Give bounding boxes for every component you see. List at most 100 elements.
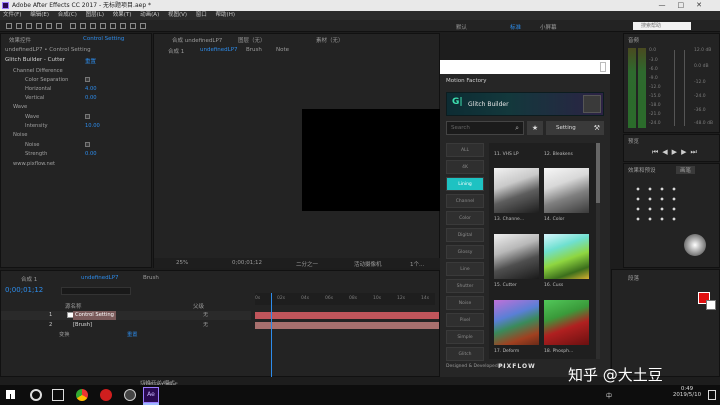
effect-name[interactable]: Glitch Builder - Cutter [5, 57, 65, 63]
strength-value[interactable]: 0.00 [85, 151, 97, 157]
media-app-icon[interactable] [124, 389, 136, 401]
pen-tool-icon[interactable] [80, 23, 86, 29]
vertical-value[interactable]: 0.00 [85, 95, 97, 101]
pixflow-link[interactable]: www.pixflow.net [13, 161, 55, 167]
playhead[interactable] [271, 293, 272, 377]
timeline-timecode[interactable]: 0;00;01;12 [5, 286, 43, 294]
netease-music-icon[interactable] [100, 389, 112, 401]
selection-tool-icon[interactable] [6, 23, 12, 29]
preset-thumbnail[interactable] [494, 234, 539, 279]
brush-tool-icon[interactable] [100, 23, 106, 29]
group-wave[interactable]: Wave [13, 104, 27, 110]
menu-help[interactable]: 帮助(H) [216, 12, 235, 18]
layer-tab[interactable]: 图层（无） [238, 36, 266, 44]
workspace-small[interactable]: 小屏幕 [540, 23, 557, 31]
brush-tab[interactable]: 画笔 [676, 166, 696, 174]
zoom-select[interactable]: 25% [176, 260, 188, 266]
menu-view[interactable]: 视图(V) [168, 12, 187, 18]
sub-tab-comp1[interactable]: 合成 1 [168, 47, 184, 55]
category-digital[interactable]: Digital [446, 228, 484, 242]
camera-tool-icon[interactable] [46, 23, 52, 29]
intensity-value[interactable]: 10.00 [85, 123, 100, 129]
playback-controls[interactable]: ⏮◀▶▶⏭ [652, 148, 701, 157]
workspace-standard[interactable]: 标准 [510, 23, 521, 31]
comp-viewer[interactable] [302, 109, 440, 211]
timeline-tab-comp1[interactable]: 合成 1 [21, 275, 37, 283]
time-ruler[interactable]: 0s 02s 04s 06s 08s 10s 12s 14s [255, 293, 435, 305]
category-line[interactable]: Line [446, 262, 484, 276]
after-effects-icon[interactable]: Ae [143, 387, 159, 403]
window-controls[interactable]: —□✕ [659, 0, 714, 11]
transform-label[interactable]: 变换 [59, 331, 69, 340]
timeline-tab-brush[interactable]: Brush [143, 275, 159, 281]
preset-thumbnail[interactable] [494, 168, 539, 213]
sub-tab-undefinedlp7[interactable]: undefinedLP7 [200, 47, 238, 53]
timeline-tab-undefinedlp7[interactable]: undefinedLP7 [81, 275, 119, 281]
preset-thumbnail[interactable] [494, 300, 539, 345]
effect-reset-link[interactable]: 重置 [85, 57, 96, 65]
category-simple[interactable]: Simple [446, 330, 484, 344]
clone-tool-icon[interactable] [110, 23, 116, 29]
group-channel-difference[interactable]: Channel Difference [13, 68, 63, 74]
preset-search-input[interactable]: Search ⌕ [446, 121, 524, 135]
category-noise[interactable]: Noise [446, 296, 484, 310]
search-icon[interactable] [30, 389, 42, 401]
volume-slider-right[interactable] [684, 50, 685, 126]
puppet-tool-icon[interactable] [140, 23, 146, 29]
layer-name[interactable]: [Brush] [73, 321, 92, 330]
category-glitch[interactable]: Glitch [446, 347, 484, 361]
category-pixel[interactable]: Pixel [446, 313, 484, 327]
category-glossy[interactable]: Glossy [446, 245, 484, 259]
brush-presets-grid[interactable] [632, 184, 682, 224]
rotate-tool-icon[interactable] [36, 23, 42, 29]
layer-bar-brush[interactable] [255, 322, 439, 329]
layer-bar-control-setting[interactable] [255, 312, 439, 319]
volume-slider-left[interactable] [674, 50, 675, 126]
layer-row[interactable]: 2 [Brush] 无 [1, 321, 251, 330]
comp-tab[interactable]: 合成 undefinedLP7 [172, 36, 222, 44]
plugin-menu-icon[interactable] [583, 95, 601, 113]
text-tool-icon[interactable] [90, 23, 96, 29]
resolution-select[interactable]: 二分之一 [296, 260, 318, 268]
layer-parent[interactable]: 无 [203, 321, 208, 330]
windows-start-icon[interactable] [6, 390, 15, 399]
menu-animation[interactable]: 动画(A) [140, 12, 159, 18]
layer-name[interactable]: Control Setting [73, 311, 116, 320]
menu-effect[interactable]: 效果(T) [113, 12, 132, 18]
scroll-indicator-icon[interactable] [600, 62, 606, 72]
menu-file[interactable]: 文件(F) [3, 12, 21, 18]
category-4k[interactable]: 4K [446, 160, 484, 174]
stroke-color-swatch[interactable] [706, 300, 716, 310]
search-icon[interactable]: ⌕ [515, 124, 519, 133]
category-color[interactable]: Color [446, 211, 484, 225]
footage-tab[interactable]: 素材（无） [316, 36, 344, 44]
wave-checkbox[interactable] [85, 114, 90, 119]
menu-composition[interactable]: 合成(C) [58, 12, 77, 18]
preset-thumbnail[interactable] [544, 168, 589, 213]
category-shutter[interactable]: Shutter [446, 279, 484, 293]
layer-parent[interactable]: 无 [203, 311, 208, 320]
category-lining[interactable]: Lining [446, 177, 484, 191]
effect-controls-tab[interactable]: 效果控件 [9, 36, 31, 44]
pan-tool-icon[interactable] [56, 23, 62, 29]
horizontal-value[interactable]: 4.00 [85, 86, 97, 92]
layer-row[interactable]: 变换 重置 [1, 331, 251, 340]
workspace-default[interactable]: 默认 [456, 23, 467, 31]
category-channel[interactable]: Channel [446, 194, 484, 208]
viewer-timecode[interactable]: 0;00;01;12 [232, 260, 262, 266]
notification-icon[interactable] [708, 390, 716, 400]
chrome-icon[interactable] [76, 389, 88, 401]
group-noise[interactable]: Noise [13, 132, 27, 138]
layer-row[interactable]: 1 Control Setting 无 [1, 311, 251, 320]
hand-tool-icon[interactable] [16, 23, 22, 29]
sub-tab-note[interactable]: Note [276, 47, 289, 53]
favorite-star-icon[interactable]: ★ [527, 121, 543, 135]
menu-edit[interactable]: 编辑(E) [30, 12, 49, 18]
preset-thumbnail[interactable] [544, 234, 589, 279]
help-search-input[interactable]: 搜索帮助 [633, 22, 691, 30]
category-all[interactable]: ALL [446, 143, 484, 157]
preset-thumbnail[interactable] [544, 300, 589, 345]
effects-presets-title[interactable]: 效果和预设 [628, 166, 656, 174]
timeline-search-input[interactable] [61, 287, 131, 295]
roto-tool-icon[interactable] [130, 23, 136, 29]
